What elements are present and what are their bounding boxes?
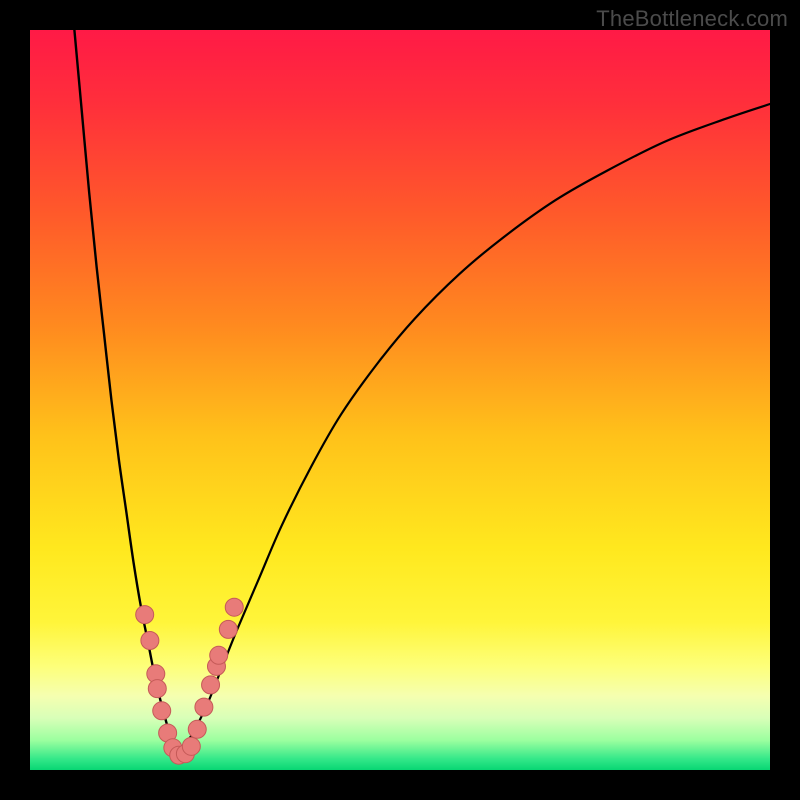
plot-area <box>30 30 770 770</box>
chart-frame: TheBottleneck.com <box>0 0 800 800</box>
marker-cluster <box>136 598 244 764</box>
right-branch-curve <box>178 104 770 755</box>
data-marker <box>210 646 228 664</box>
data-marker <box>195 698 213 716</box>
left-branch-curve <box>74 30 178 755</box>
data-marker <box>182 737 200 755</box>
data-marker <box>188 720 206 738</box>
curve-layer <box>30 30 770 770</box>
data-marker <box>225 598 243 616</box>
data-marker <box>136 606 154 624</box>
data-marker <box>202 676 220 694</box>
data-marker <box>153 702 171 720</box>
data-marker <box>219 620 237 638</box>
data-marker <box>141 632 159 650</box>
data-marker <box>148 680 166 698</box>
watermark-text: TheBottleneck.com <box>596 6 788 32</box>
